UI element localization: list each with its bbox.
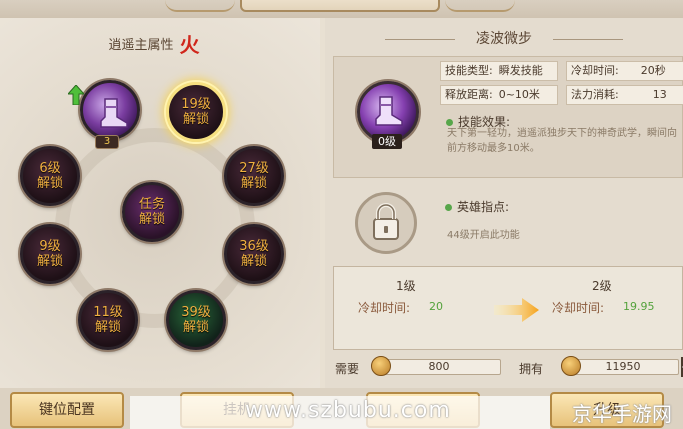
skill-node-level: 27级 xyxy=(239,161,269,176)
watermark-site: 京华手游网 xyxy=(572,402,672,426)
need-value: 800 xyxy=(377,359,501,375)
stat-range: 释放距离: 0~10米 xyxy=(440,85,558,105)
skill-node-lock-text: 解锁 xyxy=(240,254,267,269)
stat-key: 释放距离: xyxy=(445,88,493,101)
coin-icon xyxy=(371,356,391,376)
stat-key: 技能类型: xyxy=(445,64,493,77)
cost-row: 需要 800 拥有 11950 + xyxy=(333,356,683,378)
skill-node-level: 6级 xyxy=(39,161,61,176)
skill-node-19[interactable]: 19级 解锁 xyxy=(166,82,226,142)
skill-node-lock-text: 解锁 xyxy=(94,320,121,335)
skill-node-lock-text: 解锁 xyxy=(182,320,209,335)
need-label: 需要 xyxy=(335,362,360,376)
stat-value: 0~10米 xyxy=(498,88,540,101)
skill-node-36[interactable]: 36级 解锁 xyxy=(224,224,284,284)
hint-title: 英雄指点: xyxy=(445,198,509,215)
skill-node-lock-text: 解锁 xyxy=(182,112,209,127)
hint-box: 英雄指点: 44级开启此功能 xyxy=(333,186,683,261)
compare-cd-from: 20 xyxy=(429,300,443,313)
locked-slot xyxy=(355,192,417,254)
stat-mana: 法力消耗: 13 xyxy=(566,85,683,105)
top-ornament-right xyxy=(445,0,515,12)
lock-icon xyxy=(373,203,399,240)
skill-node-level: 19级 xyxy=(181,97,211,112)
skill-name: 凌波微步 xyxy=(476,31,532,47)
hint-title-text: 英雄指点: xyxy=(457,200,510,214)
stat-key: 冷却时间: xyxy=(571,64,619,77)
skill-node-lock-text: 解锁 xyxy=(36,254,63,269)
top-ornament-left xyxy=(165,0,235,12)
skill-node-27[interactable]: 27级 解锁 xyxy=(224,146,284,206)
bullet-icon xyxy=(446,119,453,126)
skill-node-level: 9级 xyxy=(39,239,61,254)
skill-node-9[interactable]: 9级 解锁 xyxy=(20,224,80,284)
coin-icon xyxy=(561,356,581,376)
stat-value: 13 xyxy=(652,88,667,101)
bullet-icon xyxy=(445,204,452,211)
stat-key: 法力消耗: xyxy=(571,88,619,101)
skill-node-lingbo[interactable] xyxy=(80,80,140,140)
hint-text: 44级开启此功能 xyxy=(447,230,520,241)
skill-tree-panel: 逍遥主属性 火 3 19级 解锁 6级 解锁 27级 解锁 任务 解锁 9级 解… xyxy=(0,18,320,388)
have-label: 拥有 xyxy=(519,362,544,376)
watermark: www.szbubu.com xyxy=(245,398,451,423)
upgrade-compare-box: 1级 2级 冷却时间: 20 冷却时间: 19.95 xyxy=(333,266,683,350)
stat-cooldown: 冷却时间: 20秒 xyxy=(566,61,683,81)
compare-cd-label-to: 冷却时间: xyxy=(552,301,605,315)
skill-node-lock-text: 解锁 xyxy=(240,176,267,191)
skill-node-lock-text: 解锁 xyxy=(138,212,165,227)
have-value: 11950 xyxy=(567,359,679,375)
skill-detail-panel: 凌波微步 0级 技能类型: 瞬发技能 冷却时间: 20秒 释放距离: 0~10米 法力… xyxy=(325,18,683,388)
skill-node-level: 任务 xyxy=(138,197,165,212)
boot-icon xyxy=(375,96,403,126)
skill-node-level: 39级 xyxy=(181,305,211,320)
stat-value: 瞬发技能 xyxy=(498,64,543,77)
skill-info-box: 0级 技能类型: 瞬发技能 冷却时间: 20秒 释放距离: 0~10米 法力消耗: 13… xyxy=(333,56,683,178)
arrow-right-icon xyxy=(494,298,539,322)
main-attribute-value: 火 xyxy=(179,32,200,57)
upgrade-arrow-icon xyxy=(68,85,84,105)
main-attribute-label: 逍遥主属性 xyxy=(108,37,174,53)
skill-node-6[interactable]: 6级 解锁 xyxy=(20,146,80,206)
skill-node-39[interactable]: 39级 解锁 xyxy=(166,290,226,350)
skill-node-quest[interactable]: 任务 解锁 xyxy=(122,182,182,242)
skill-current-level: 0级 xyxy=(372,134,402,149)
compare-from-level: 1级 xyxy=(396,279,416,293)
compare-to-level: 2级 xyxy=(592,279,612,293)
keybind-config-button[interactable]: 键位配置 xyxy=(10,392,124,428)
boot-icon xyxy=(100,98,128,128)
main-attribute-header: 逍遥主属性 火 xyxy=(84,30,224,57)
skill-node-level: 36级 xyxy=(239,239,269,254)
stat-value: 20秒 xyxy=(640,64,666,77)
compare-cd-label-from: 冷却时间: xyxy=(358,301,411,315)
effect-description: 天下第一轻功，逍遥派独步天下的神奇武学，瞬间向前方移动最多10米。 xyxy=(447,128,677,154)
compare-cd-to: 19.95 xyxy=(623,300,655,313)
skill-node-lock-text: 解锁 xyxy=(36,176,63,191)
skill-level-badge: 3 xyxy=(95,135,119,149)
stat-skill-type: 技能类型: 瞬发技能 xyxy=(440,61,558,81)
title-plaque xyxy=(240,0,440,12)
skill-node-11[interactable]: 11级 解锁 xyxy=(78,290,138,350)
skill-node-level: 11级 xyxy=(93,305,123,320)
